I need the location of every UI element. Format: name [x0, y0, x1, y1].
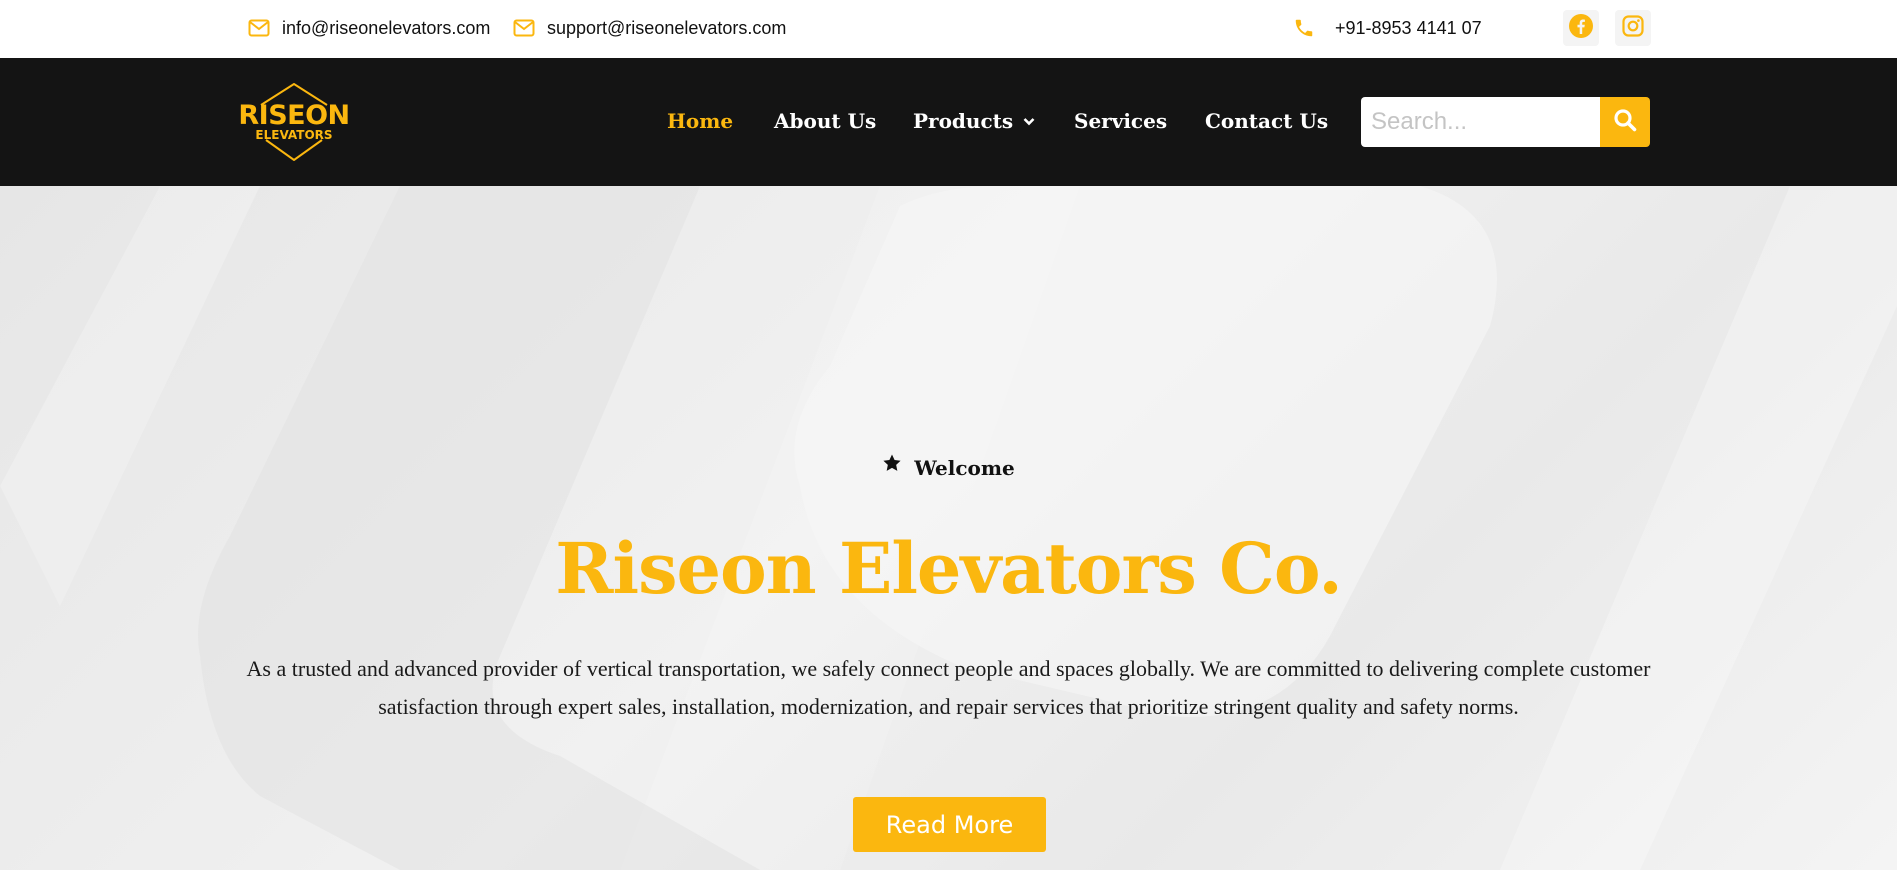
envelope-icon	[248, 17, 270, 39]
phone-icon	[1293, 17, 1315, 39]
main-navbar: RISEON ELEVATORS Home About Us Products …	[0, 58, 1897, 186]
logo-subtitle: ELEVATORS	[255, 128, 333, 142]
email-support-link[interactable]: support@riseonelevators.com	[513, 15, 786, 41]
read-more-button[interactable]: Read More	[853, 797, 1046, 852]
nav-home[interactable]: Home	[667, 108, 733, 134]
nav-about-us[interactable]: About Us	[774, 108, 876, 134]
nav-contact-us[interactable]: Contact Us	[1205, 108, 1328, 134]
search-icon	[1612, 107, 1638, 138]
site-logo[interactable]: RISEON ELEVATORS	[238, 83, 350, 161]
hero-title: Riseon Elevators Co.	[555, 527, 1342, 610]
phone-text: +91-8953 4141 07	[1335, 17, 1482, 38]
chevron-down-icon	[1023, 117, 1035, 126]
instagram-icon	[1621, 14, 1645, 43]
phone-link[interactable]: +91-8953 4141 07	[1293, 15, 1482, 41]
facebook-button[interactable]	[1563, 10, 1599, 46]
nav-products-label: Products	[913, 109, 1014, 133]
nav-products[interactable]: Products	[913, 108, 1035, 134]
email-primary-link[interactable]: info@riseonelevators.com	[248, 15, 490, 41]
instagram-button[interactable]	[1615, 10, 1651, 46]
star-icon	[882, 453, 902, 473]
search-input[interactable]	[1361, 97, 1601, 147]
facebook-icon	[1568, 13, 1594, 44]
welcome-eyebrow: Welcome	[0, 453, 1897, 480]
email-support-text: support@riseonelevators.com	[547, 17, 787, 38]
welcome-text: Welcome	[914, 456, 1015, 480]
search-button[interactable]	[1600, 97, 1650, 147]
envelope-icon	[513, 17, 535, 39]
email-primary-text: info@riseonelevators.com	[282, 17, 491, 38]
hero-description: As a trusted and advanced provider of ve…	[246, 656, 1651, 719]
top-contact-bar: info@riseonelevators.com support@riseone…	[0, 0, 1897, 58]
hero-section: Welcome Riseon Elevators Co. As a truste…	[0, 186, 1897, 870]
nav-services[interactable]: Services	[1074, 108, 1167, 134]
logo-wordmark: RISEON	[238, 100, 350, 131]
